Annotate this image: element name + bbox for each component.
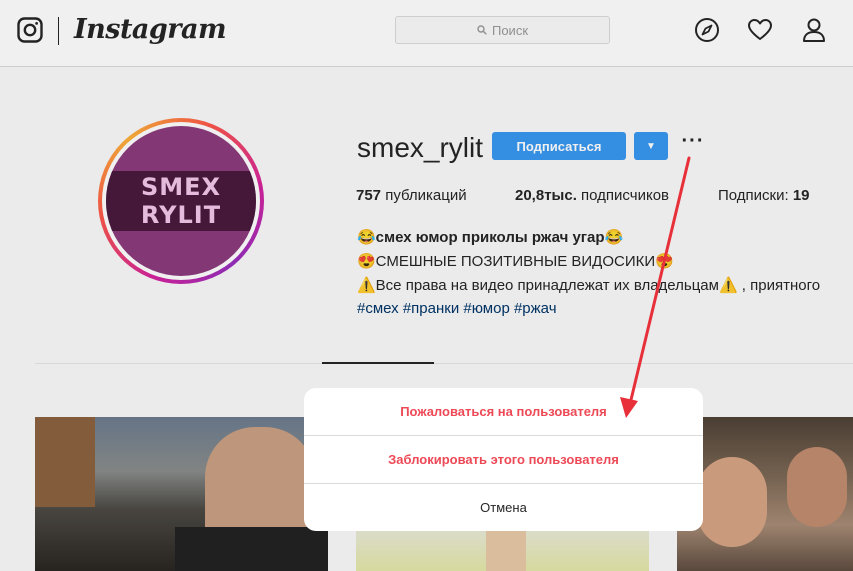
block-user-button[interactable]: Заблокировать этого пользователя — [304, 436, 703, 484]
cancel-button[interactable]: Отмена — [304, 484, 703, 531]
report-user-button[interactable]: Пожаловаться на пользователя — [304, 388, 703, 436]
options-dialog: Пожаловаться на пользователя Заблокирова… — [304, 388, 703, 531]
